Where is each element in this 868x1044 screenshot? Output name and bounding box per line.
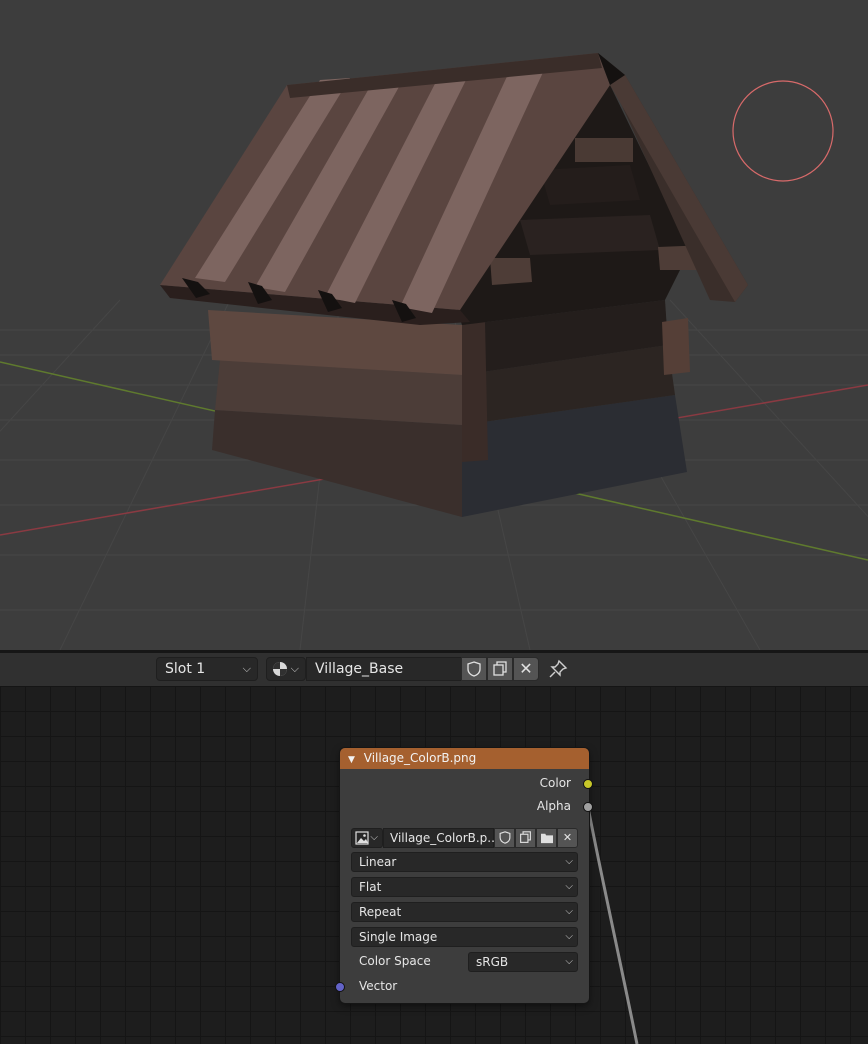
pin-icon — [549, 659, 568, 678]
node-header[interactable]: ▼ Village_ColorB.png — [340, 748, 589, 769]
duplicate-icon — [520, 831, 531, 843]
3d-viewport[interactable] — [0, 0, 868, 650]
extension-dropdown[interactable]: Repeat ⌵ — [351, 902, 578, 922]
chevron-down-icon: ⌵ — [565, 931, 573, 942]
color-output-socket[interactable] — [583, 779, 593, 789]
fake-user-shield-icon — [499, 831, 510, 844]
extension-value: Repeat — [359, 905, 402, 919]
color-space-value: sRGB — [476, 955, 509, 969]
image-new-button[interactable] — [515, 828, 536, 848]
alpha-output-socket[interactable] — [583, 802, 593, 812]
chevron-down-icon: ⌵ — [565, 956, 573, 967]
image-fake-user-button[interactable] — [494, 828, 515, 848]
source-dropdown[interactable]: Single Image ⌵ — [351, 927, 578, 947]
vector-input-socket[interactable] — [335, 982, 345, 992]
chevron-down-icon: ⌵ — [565, 881, 573, 892]
fake-user-button[interactable] — [461, 657, 487, 681]
interpolation-value: Linear — [359, 855, 397, 869]
image-icon — [355, 831, 369, 845]
color-space-label: Color Space — [359, 954, 431, 968]
fake-user-shield-icon — [467, 661, 481, 677]
interpolation-dropdown[interactable]: Linear ⌵ — [351, 852, 578, 872]
image-browse-button[interactable]: ⌵ — [351, 828, 383, 848]
image-name-field[interactable]: Village_ColorB.p.. — [383, 828, 495, 848]
alpha-output-label: Alpha — [536, 799, 571, 813]
material-slot-dropdown[interactable]: Slot 1 ⌵ — [156, 657, 258, 681]
unlink-close-icon: ✕ — [562, 831, 573, 844]
chevron-down-icon: ⌵ — [242, 662, 251, 675]
node-title: Village_ColorB.png — [363, 751, 477, 765]
chevron-down-icon: ⌵ — [565, 906, 573, 917]
pin-button[interactable] — [548, 659, 570, 681]
image-name: Village_ColorB.p.. — [390, 831, 495, 845]
vector-input-label: Vector — [359, 979, 398, 993]
color-output-label: Color — [539, 776, 571, 790]
house-model — [160, 53, 748, 517]
chevron-down-icon: ⌵ — [565, 856, 573, 867]
material-name-field[interactable]: Village_Base — [306, 657, 462, 681]
unlink-material-button[interactable]: ✕ — [513, 657, 539, 681]
material-browse-button[interactable]: ⌵ — [266, 657, 306, 681]
material-name: Village_Base — [315, 661, 404, 677]
chevron-down-icon: ⌵ — [370, 832, 378, 843]
source-value: Single Image — [359, 930, 438, 944]
projection-value: Flat — [359, 880, 382, 894]
color-space-dropdown[interactable]: sRGB ⌵ — [468, 952, 578, 972]
projection-dropdown[interactable]: Flat ⌵ — [351, 877, 578, 897]
image-texture-node[interactable]: ▼ Village_ColorB.png Color Alpha ⌵ Villa… — [340, 748, 589, 1003]
image-open-button[interactable] — [536, 828, 557, 848]
material-slot-label: Slot 1 — [165, 661, 206, 677]
viewport-scene — [0, 53, 868, 650]
image-unlink-button[interactable]: ✕ — [557, 828, 578, 848]
chevron-down-icon: ⌵ — [290, 662, 299, 675]
brush-cursor-circle — [732, 80, 834, 182]
duplicate-icon — [493, 661, 507, 676]
collapse-triangle-icon[interactable]: ▼ — [348, 755, 355, 765]
open-folder-icon — [540, 833, 553, 844]
material-sphere-icon — [273, 662, 287, 676]
new-material-button[interactable] — [487, 657, 513, 681]
unlink-close-icon: ✕ — [519, 659, 533, 678]
